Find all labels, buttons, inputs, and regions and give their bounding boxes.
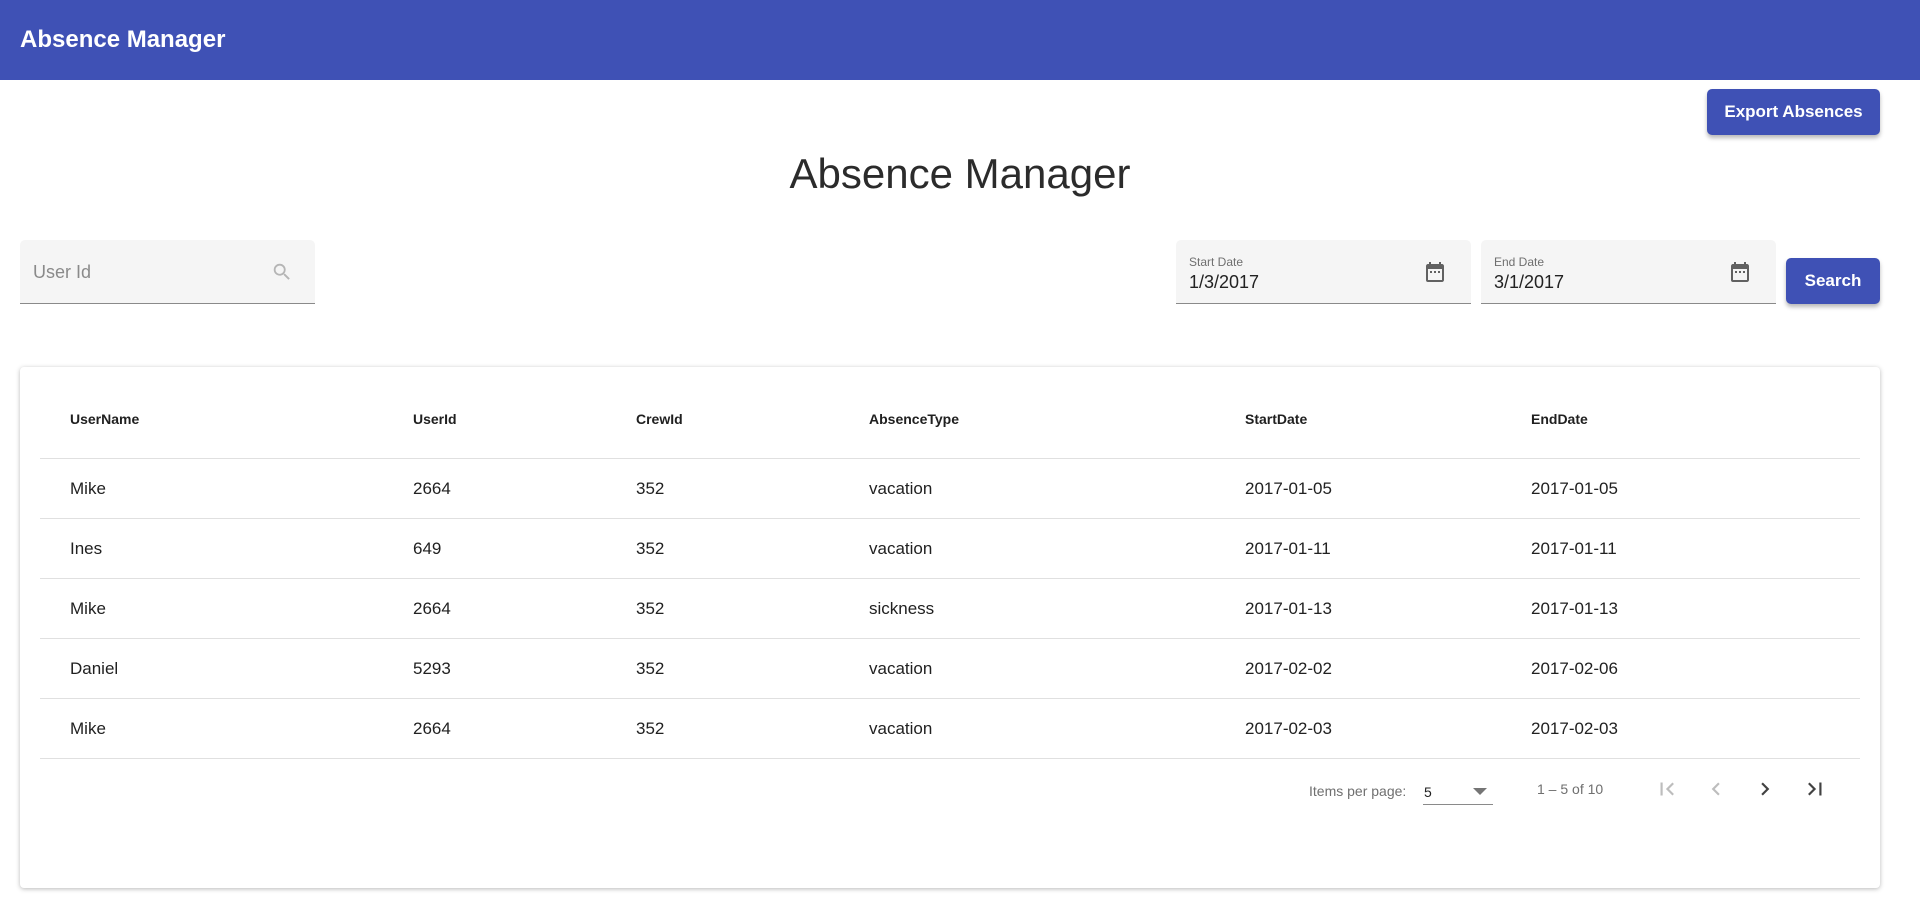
- app-toolbar: Absence Manager: [0, 0, 1920, 80]
- table-header-row: UserName UserId CrewId AbsenceType Start…: [40, 367, 1860, 459]
- cell-absencetype: vacation: [869, 538, 933, 558]
- last-page-button[interactable]: [1797, 771, 1833, 807]
- cell-username: Ines: [70, 538, 103, 558]
- cell-crewid: 352: [636, 478, 665, 498]
- cell-startdate: 2017-01-11: [1245, 538, 1331, 558]
- cell-username: Mike: [70, 478, 106, 498]
- page-title: Absence Manager: [789, 150, 1131, 197]
- cell-enddate: 2017-01-11: [1531, 538, 1617, 558]
- cell-crewid: 352: [636, 658, 665, 678]
- column-header-absencetype[interactable]: AbsenceType: [869, 367, 959, 458]
- chevron-right-icon: [1761, 782, 1770, 796]
- start-date-value[interactable]: 1/3/2017: [1189, 272, 1259, 293]
- table-row[interactable]: Daniel 5293 352 vacation 2017-02-02 2017…: [40, 639, 1860, 699]
- cell-userid: 2664: [413, 598, 451, 618]
- cell-absencetype: vacation: [869, 478, 933, 498]
- cell-crewid: 352: [636, 538, 665, 558]
- end-date-label: End Date: [1494, 255, 1545, 269]
- cell-absencetype: vacation: [869, 658, 933, 678]
- cell-enddate: 2017-01-13: [1531, 598, 1618, 618]
- next-page-button[interactable]: [1747, 771, 1783, 807]
- cell-userid: 2664: [413, 718, 451, 738]
- items-per-page-value: 5: [1424, 784, 1432, 800]
- table-row[interactable]: Mike 2664 352 vacation 2017-02-03 2017-0…: [40, 699, 1860, 759]
- search-icon: [271, 261, 293, 288]
- cell-crewid: 352: [636, 598, 665, 618]
- table-row[interactable]: Mike 2664 352 sickness 2017-01-13 2017-0…: [40, 579, 1860, 639]
- cell-startdate: 2017-02-02: [1245, 658, 1332, 678]
- cell-crewid: 352: [636, 718, 665, 738]
- cell-userid: 2664: [413, 478, 451, 498]
- absence-table: UserName UserId CrewId AbsenceType Start…: [40, 367, 1860, 759]
- cell-enddate: 2017-02-06: [1531, 658, 1618, 678]
- paginator: Items per page: 5 1 – 5 of 10: [20, 759, 1880, 819]
- cell-startdate: 2017-02-03: [1245, 718, 1332, 738]
- cell-userid: 649: [413, 538, 442, 558]
- column-header-userid[interactable]: UserId: [413, 367, 457, 458]
- cell-userid: 5293: [413, 658, 451, 678]
- dropdown-arrow-icon: [1473, 788, 1487, 795]
- end-date-value[interactable]: 3/1/2017: [1494, 272, 1564, 293]
- last-page-icon: [1808, 782, 1822, 796]
- column-header-crewid[interactable]: CrewId: [636, 367, 683, 458]
- cell-absencetype: vacation: [869, 718, 933, 738]
- calendar-icon[interactable]: [1728, 260, 1752, 289]
- cell-username: Mike: [70, 718, 106, 738]
- search-button[interactable]: Search: [1786, 258, 1880, 304]
- cell-enddate: 2017-01-05: [1531, 478, 1618, 498]
- absence-table-card: UserName UserId CrewId AbsenceType Start…: [20, 367, 1880, 888]
- cell-username: Mike: [70, 598, 106, 618]
- cell-username: Daniel: [70, 658, 119, 678]
- cell-enddate: 2017-02-03: [1531, 718, 1618, 738]
- app-title: Absence Manager: [20, 26, 226, 53]
- user-id-field[interactable]: User Id: [20, 240, 315, 304]
- user-id-placeholder: User Id: [33, 262, 92, 282]
- table-row[interactable]: Ines 649 352 vacation 2017-01-11 2017-01…: [40, 519, 1860, 579]
- calendar-icon[interactable]: [1423, 260, 1447, 289]
- cell-startdate: 2017-01-05: [1245, 478, 1332, 498]
- first-page-icon: [1660, 782, 1674, 796]
- previous-page-button[interactable]: [1698, 771, 1734, 807]
- column-header-startdate[interactable]: StartDate: [1245, 367, 1307, 458]
- export-absences-button[interactable]: Export Absences: [1707, 89, 1880, 135]
- start-date-label: Start Date: [1189, 255, 1244, 269]
- cell-absencetype: sickness: [869, 598, 935, 618]
- first-page-button[interactable]: [1649, 771, 1685, 807]
- items-per-page-select[interactable]: 5: [1423, 775, 1493, 805]
- chevron-left-icon: [1711, 782, 1720, 796]
- page-range-label: 1 – 5 of 10: [1537, 781, 1604, 797]
- column-header-username[interactable]: UserName: [70, 367, 139, 458]
- cell-startdate: 2017-01-13: [1245, 598, 1332, 618]
- table-row[interactable]: Mike 2664 352 vacation 2017-01-05 2017-0…: [40, 459, 1860, 519]
- start-date-field[interactable]: Start Date 1/3/2017: [1176, 240, 1471, 304]
- items-per-page-label: Items per page:: [1309, 783, 1407, 799]
- column-header-enddate[interactable]: EndDate: [1531, 367, 1588, 458]
- end-date-field[interactable]: End Date 3/1/2017: [1481, 240, 1776, 304]
